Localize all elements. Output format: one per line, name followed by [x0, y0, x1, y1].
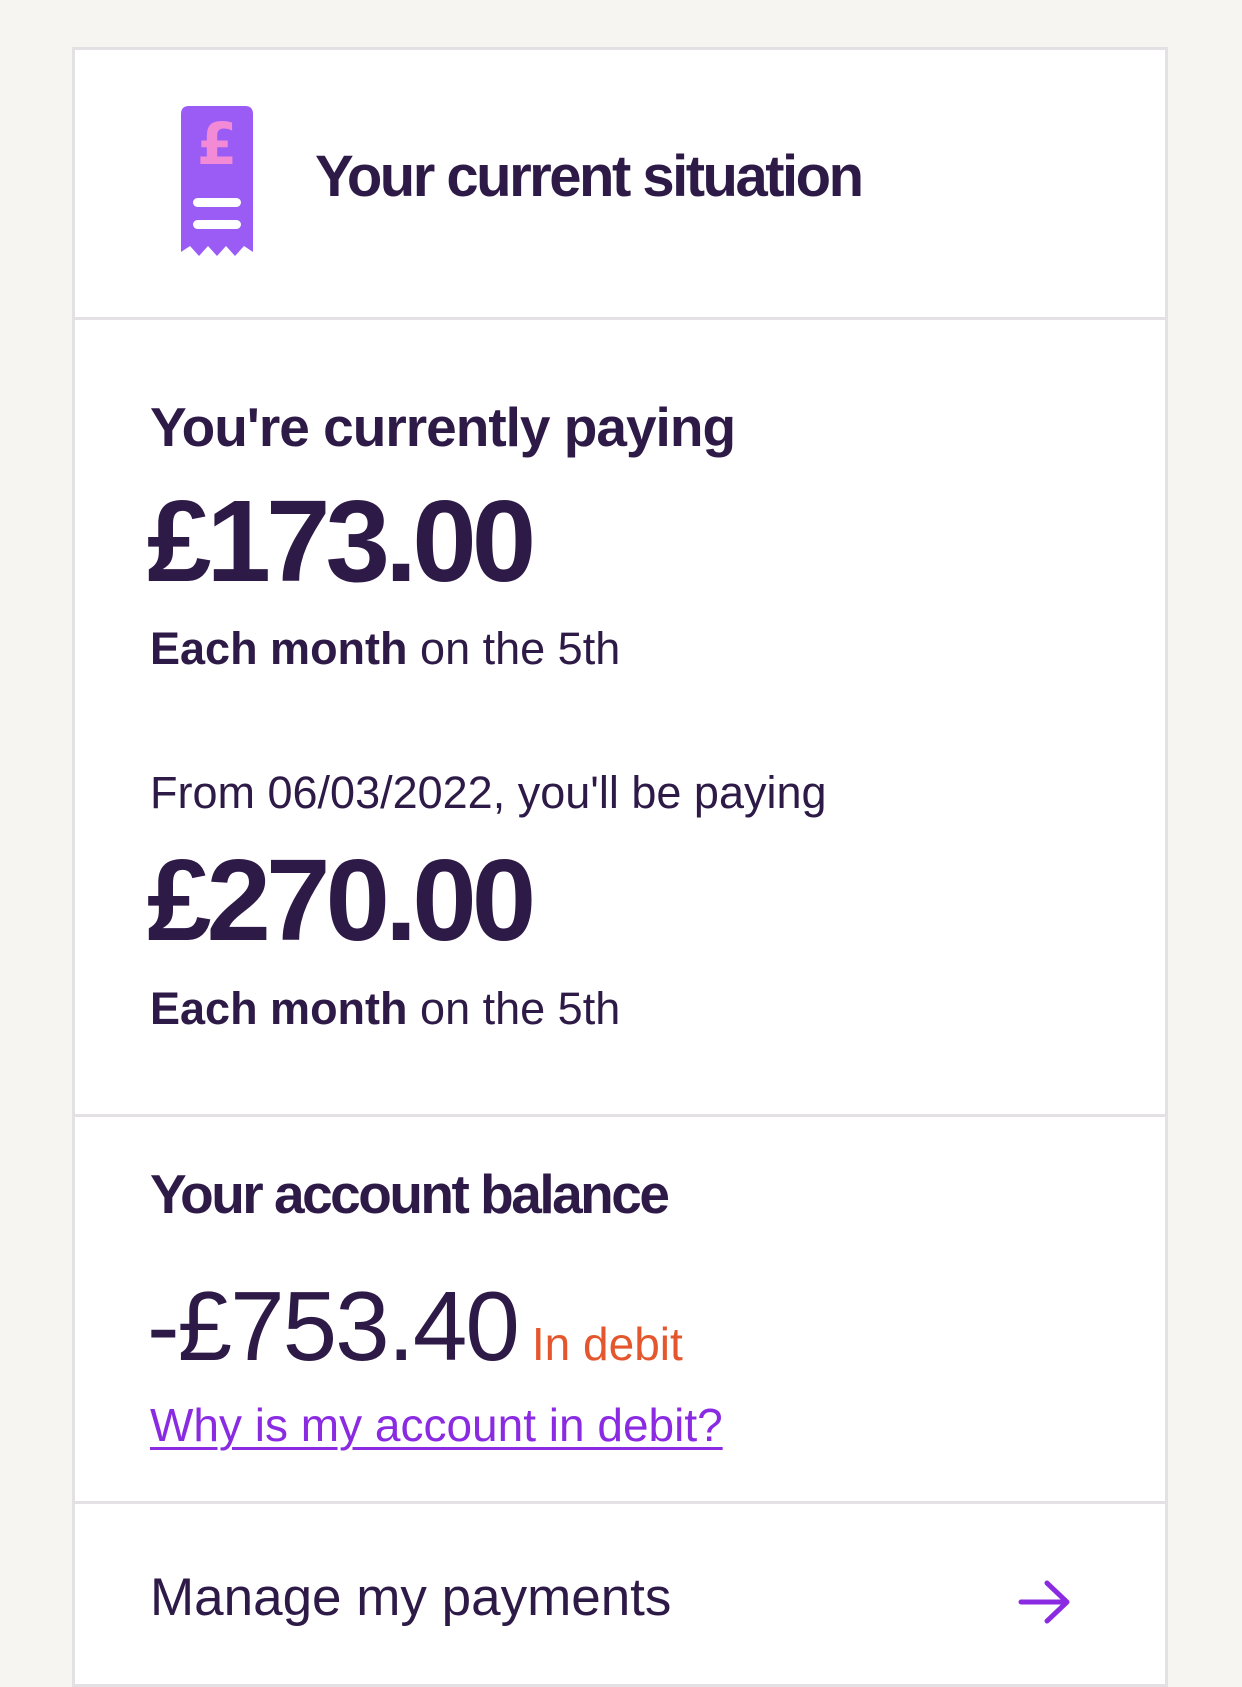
balance-row: -£753.40 In debit — [147, 1277, 683, 1375]
svg-text:£: £ — [197, 110, 237, 178]
current-payment-frequency: Each month on the 5th — [150, 626, 620, 671]
current-situation-card: £ Your current situation You're currentl… — [72, 47, 1168, 1687]
current-payment-lead: You're currently paying — [150, 396, 736, 458]
balance-section: Your account balance -£753.40 In debit W… — [75, 1117, 1165, 1501]
pound-receipt-icon: £ — [181, 106, 253, 256]
balance-title: Your account balance — [150, 1163, 670, 1225]
frequency-bold: Each month — [150, 983, 408, 1034]
frequency-rest: on the 5th — [420, 983, 621, 1034]
future-payment-frequency: Each month on the 5th — [150, 986, 620, 1031]
current-payment-amount: £173.00 — [147, 476, 536, 606]
frequency-rest: on the 5th — [420, 623, 621, 674]
card-header: £ Your current situation — [75, 50, 1165, 317]
debit-status: In debit — [531, 1318, 683, 1370]
frequency-bold: Each month — [150, 623, 408, 674]
manage-payments-row[interactable]: Manage my payments — [75, 1504, 1165, 1644]
page-title: Your current situation — [315, 144, 864, 209]
balance-amount: -£753.40 — [147, 1271, 520, 1381]
future-payment-amount: £270.00 — [147, 835, 536, 965]
why-in-debit-link[interactable]: Why is my account in debit? — [150, 1402, 723, 1448]
future-payment-lead: From 06/03/2022, you'll be paying — [150, 767, 827, 818]
arrow-right-icon — [1018, 1580, 1070, 1624]
manage-payments-label: Manage my payments — [150, 1568, 672, 1627]
payments-section: You're currently paying £173.00 Each mon… — [75, 320, 1165, 1163]
